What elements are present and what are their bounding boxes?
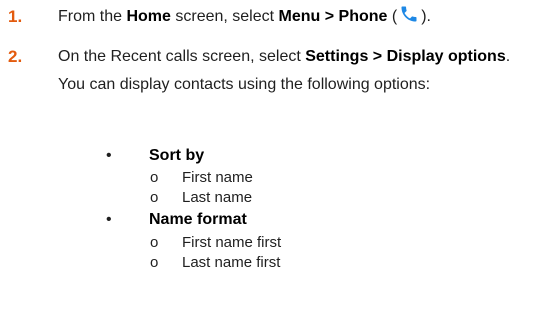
sub-option-label: First name first xyxy=(182,234,282,251)
sub-option-label: Last name xyxy=(182,189,253,206)
instructions-document: 1. From the Home screen, select Menu > P… xyxy=(0,0,550,310)
step-number: 1. xyxy=(8,7,23,26)
sub-bullet-icon: o xyxy=(150,254,159,271)
step-text-part: ). xyxy=(421,8,431,25)
step-number: 2. xyxy=(8,47,23,66)
step-text: From the Home screen, select Menu > Phon… xyxy=(58,3,533,31)
option-name-format: • Name format xyxy=(0,208,550,232)
step-text-part: From the xyxy=(58,8,127,25)
sub-bullet-icon: o xyxy=(150,189,159,206)
home-label: Home xyxy=(126,8,171,25)
step-text-part: screen, select xyxy=(170,8,279,25)
option-label: Sort by xyxy=(149,147,205,164)
menu-phone-path: Menu > Phone xyxy=(278,8,388,25)
sub-option-label: Last name first xyxy=(182,254,281,271)
sub-option-first-name-first: o First name first xyxy=(0,233,550,253)
sub-bullet-icon: o xyxy=(150,169,159,186)
step-text-part: On the Recent calls screen, select xyxy=(58,48,306,65)
sub-option-last-name-first: o Last name first xyxy=(0,253,550,273)
bullet-icon: • xyxy=(106,147,112,164)
settings-display-options-path: Settings > Display options xyxy=(305,48,506,65)
sub-option-label: First name xyxy=(182,169,253,186)
bullet-icon: • xyxy=(106,211,112,228)
option-label: Name format xyxy=(149,211,247,228)
step-text-part: ( xyxy=(387,8,398,25)
phone-icon xyxy=(399,4,419,24)
sub-option-last-name: o Last name xyxy=(0,188,550,208)
sub-bullet-icon: o xyxy=(150,234,159,251)
step-text: On the Recent calls screen, select Setti… xyxy=(58,43,533,99)
sub-option-first-name: o First name xyxy=(0,168,550,188)
option-sort-by: • Sort by xyxy=(0,144,550,168)
